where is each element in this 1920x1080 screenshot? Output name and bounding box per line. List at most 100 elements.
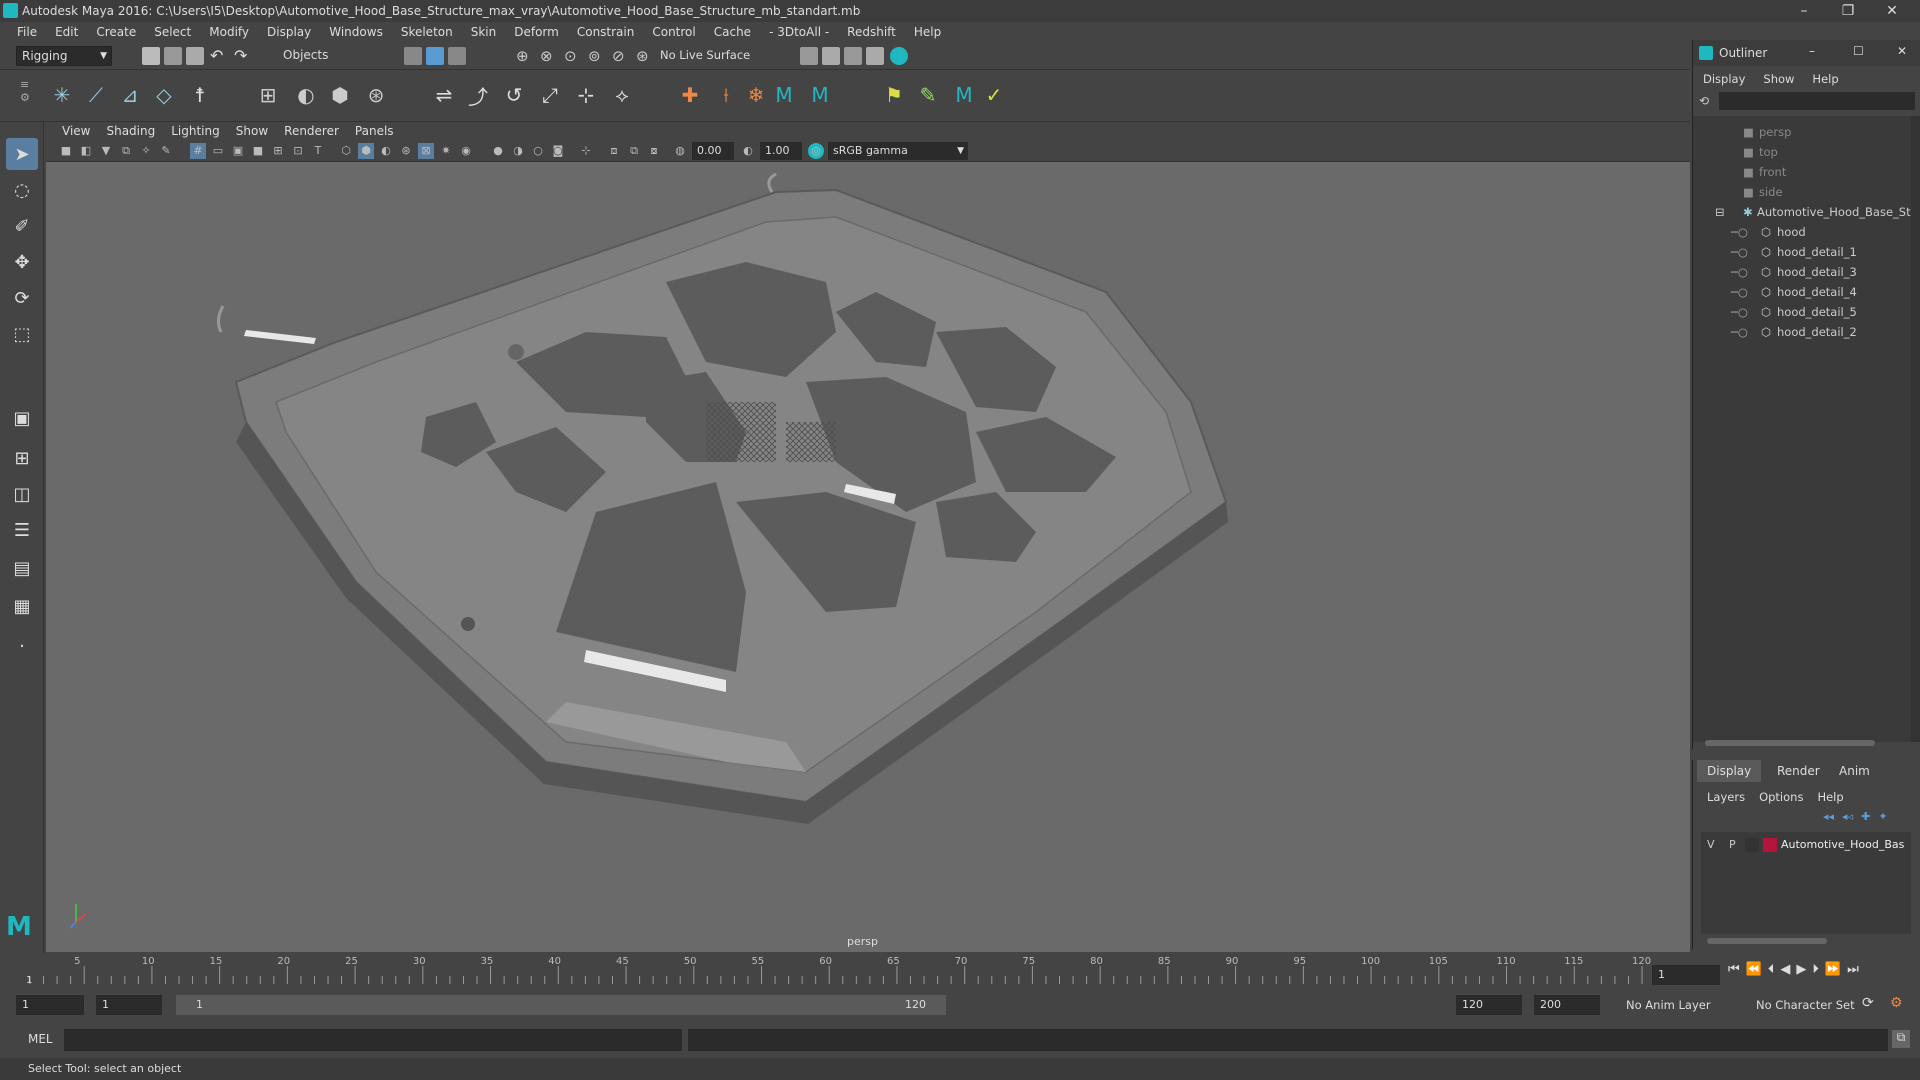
move-tool-icon[interactable]: ✥ [6,246,38,278]
lasso-tool-icon[interactable]: ◌ [6,174,38,206]
outliner-hscrollbar[interactable] [1705,740,1875,746]
tree-item-child[interactable]: ─○ ⬡ hood_detail_1 [1693,242,1920,262]
redo-icon[interactable]: ↷ [234,46,247,65]
time-slider[interactable]: 5 10 15 20 25 30 35 40 45 50 55 60 65 70 75 80 85 90 95 100… [0,954,1720,988]
range-slider[interactable]: 1 120 [176,995,946,1015]
maya-logo-2-icon[interactable]: M [806,80,834,110]
camera-icon[interactable]: ■ [58,143,74,159]
cluster-icon[interactable]: ⊛ [362,80,390,110]
menu-file[interactable]: File [8,22,46,42]
close-button[interactable]: ✕ [1870,0,1914,22]
tree-item-persp[interactable]: ■ persp [1693,122,1920,142]
outliner-minimize-icon[interactable]: – [1809,44,1815,58]
pole-vector-icon[interactable]: ⟡ [608,80,636,110]
anim-prefs-icon[interactable]: ⚙ [1890,995,1903,1011]
snap-live-icon[interactable]: ⊛ [636,47,649,65]
anim-layer-dropdown[interactable]: No Anim Layer [1626,998,1711,1012]
camera-attr-icon[interactable]: ◧ [78,143,94,159]
tab-display[interactable]: Display [1697,760,1762,782]
render-view-icon[interactable] [800,47,818,65]
joint-tool-icon[interactable]: ✳ [48,80,76,110]
layout-outliner-icon[interactable]: ☰ [6,514,38,546]
ik-spline-icon[interactable]: ⊿ [116,80,144,110]
selection-mode-dropdown[interactable]: Objects [278,46,378,66]
open-scene-icon[interactable] [164,47,182,65]
layer-menu-options[interactable]: Options [1759,790,1803,804]
color-management-icon[interactable]: ◎ [808,143,824,159]
outliner-search-input[interactable] [1719,92,1915,110]
tree-item-front[interactable]: ■ front [1693,162,1920,182]
xray-active-icon[interactable]: ⧉ [626,143,642,159]
set-key-icon[interactable]: ❄ [742,80,770,110]
move-layer-down-icon[interactable]: ◂◃ [1842,810,1853,823]
wireframe-on-shaded-icon[interactable]: ◐ [378,143,394,159]
snap-grid-icon[interactable]: ⊕ [516,47,529,65]
paint-weights-icon[interactable]: ◐ [292,80,320,110]
layout-two-icon[interactable]: ◫ [6,478,38,510]
command-input[interactable] [64,1029,682,1051]
current-frame-field[interactable]: 1 [1652,965,1720,985]
move-layer-up-icon[interactable]: ◂◂ [1823,810,1834,823]
tree-item-child[interactable]: ─○ ⬡ hood [1693,222,1920,242]
viewport-persp[interactable] [46,162,1690,952]
mode-dropdown[interactable]: Rigging ▼ [16,46,112,66]
colorspace-dropdown[interactable]: sRGB gamma ▼ [828,142,968,160]
menu-create[interactable]: Create [87,22,145,42]
use-all-lights-icon[interactable]: ⊠ [418,143,434,159]
paint-tool-icon[interactable]: ✎ [914,80,942,110]
end-time-field[interactable]: 200 [1534,995,1600,1015]
gate-mask-icon[interactable]: ■ [250,143,266,159]
snap-point-icon[interactable]: ⊙ [564,47,577,65]
layer-menu-layers[interactable]: Layers [1707,790,1745,804]
maya-logo-3-icon[interactable]: M [950,80,978,110]
layer-playback-toggle[interactable]: P [1729,838,1736,851]
tab-anim[interactable]: Anim [1829,760,1880,782]
outliner-menu-display[interactable]: Display [1703,72,1745,86]
select-tool-icon[interactable]: ➤ [6,138,38,170]
viewport-menu-shading[interactable]: Shading [98,122,163,140]
step-back-frame-icon[interactable]: ⏴ [1768,962,1775,984]
menu-select[interactable]: Select [145,22,200,42]
field-chart-icon[interactable]: ⊞ [270,143,286,159]
minimize-button[interactable]: – [1782,0,1826,22]
outliner-close-icon[interactable]: ✕ [1897,44,1907,58]
scale-tool-icon[interactable]: ⬚ [6,318,38,350]
parent-constraint-icon[interactable]: ⊹ [572,80,600,110]
step-forward-key-icon[interactable]: ⏩ [1825,962,1841,984]
lattice-icon[interactable]: ⬢ [326,80,354,110]
shelf-menu-icon[interactable]: ≡ ⚙ [20,78,30,104]
maximize-button[interactable]: ❐ [1826,0,1870,22]
outliner-menu-show[interactable]: Show [1763,72,1794,86]
tree-item-child[interactable]: ─○ ⬡ hood_detail_2 [1693,322,1920,342]
smooth-shade-icon[interactable]: ⬢ [358,143,374,159]
connect-joint-icon[interactable]: ⟊ [712,80,740,110]
point-constraint-icon[interactable]: ⇌ [430,80,458,110]
safe-title-icon[interactable]: T [310,143,326,159]
gamma-field[interactable]: 1.00 [760,142,802,160]
tree-item-child[interactable]: ─○ ⬡ hood_detail_3 [1693,262,1920,282]
locator-icon[interactable]: ✚ [676,80,704,110]
menu-skin[interactable]: Skin [462,22,506,42]
new-scene-icon[interactable] [142,47,160,65]
aim-constraint-icon[interactable]: ⤴ [464,80,492,110]
quick-rig-icon[interactable]: ⚑ [880,80,908,110]
go-to-end-icon[interactable]: ⏭ [1847,962,1859,984]
ambient-occlusion-icon[interactable]: ● [490,143,506,159]
snap-view-icon[interactable]: ⊚ [588,47,601,65]
play-back-icon[interactable]: ◀ [1780,962,1790,984]
go-to-start-icon[interactable]: ⏮ [1728,962,1740,984]
layer-hscrollbar[interactable] [1707,938,1827,944]
2d-pan-icon[interactable]: ✧ [138,143,154,159]
save-scene-icon[interactable] [186,47,204,65]
safe-action-icon[interactable]: ⊡ [290,143,306,159]
orient-constraint-icon[interactable]: ↺ [500,80,528,110]
menu-help[interactable]: Help [905,22,950,42]
menu-3dtoall[interactable]: - 3DtoAll - [760,22,838,42]
start-time-field[interactable]: 1 [16,995,84,1015]
exposure-field[interactable]: 0.00 [692,142,734,160]
exposure-icon[interactable]: ◍ [672,143,688,159]
gamma-icon[interactable]: ◐ [740,143,756,159]
menu-deform[interactable]: Deform [505,22,568,42]
wireframe-icon[interactable]: ⬡ [338,143,354,159]
new-layer-icon[interactable]: ✚ [1861,810,1870,823]
